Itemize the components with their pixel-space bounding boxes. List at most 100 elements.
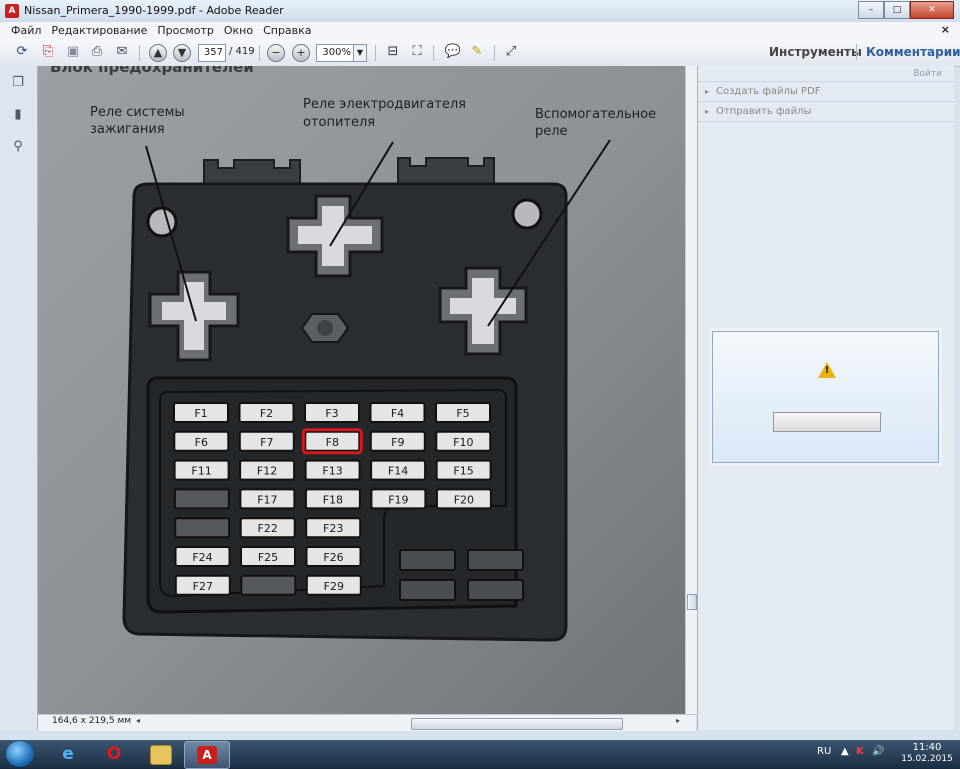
- close-document-button[interactable]: ×: [941, 23, 950, 36]
- page-size-readout: 164,6 x 219,5 мм: [52, 716, 132, 726]
- scroll-left-icon[interactable]: ◂: [136, 716, 140, 725]
- fuse-f20: F20: [435, 488, 492, 510]
- file-explorer-taskbar-button[interactable]: [138, 741, 182, 767]
- bookmarks-icon[interactable]: ▮: [11, 108, 25, 122]
- close-button[interactable]: ✕: [910, 1, 954, 19]
- menu-view[interactable]: Просмотр: [152, 22, 218, 39]
- fuse-f9: F9: [369, 430, 426, 452]
- empty-fuse-slot: [173, 488, 230, 510]
- fuse-label: F25: [258, 551, 278, 564]
- fuse-f22: F22: [239, 517, 296, 539]
- fuse-f11: F11: [173, 459, 230, 481]
- minimize-button[interactable]: –: [858, 1, 884, 19]
- email-icon[interactable]: ✉: [112, 43, 132, 61]
- fuse-label: F24: [192, 551, 212, 564]
- toolbar-divider: [856, 44, 857, 60]
- fuse-label: F23: [323, 522, 343, 535]
- zoom-level-input[interactable]: 300%: [316, 44, 354, 62]
- send-files-item[interactable]: ▸ Отправить файлы: [698, 101, 954, 122]
- fuse-label: F27: [193, 580, 213, 593]
- horizontal-scroll-thumb[interactable]: [411, 718, 623, 730]
- menu-help[interactable]: Справка: [258, 22, 316, 39]
- language-indicator[interactable]: RU: [817, 746, 831, 757]
- page-heading-fragment: Блок предохранителей: [50, 66, 254, 76]
- fuse-label: F7: [260, 436, 273, 449]
- opera-taskbar-button[interactable]: O: [92, 741, 136, 767]
- vertical-scroll-thumb[interactable]: [687, 594, 697, 610]
- highlight-icon[interactable]: ✎: [467, 43, 487, 61]
- zoom-out-icon[interactable]: −: [267, 44, 285, 62]
- fuse-f13: F13: [304, 459, 361, 481]
- fit-page-icon[interactable]: ⊟: [383, 43, 403, 61]
- zoom-dropdown-icon[interactable]: ▼: [353, 44, 367, 62]
- fuse-label: F26: [323, 551, 343, 564]
- comments-tab[interactable]: Комментарии: [866, 45, 960, 59]
- fuse-label: F18: [323, 493, 343, 506]
- fuse-label: F22: [258, 522, 278, 535]
- menu-window[interactable]: Окно: [219, 22, 258, 39]
- next-page-icon[interactable]: ▼: [173, 44, 191, 62]
- zoom-in-icon[interactable]: +: [292, 44, 310, 62]
- fuse-f25: F25: [240, 546, 296, 567]
- adobe-reader-icon: A: [5, 4, 19, 18]
- fuse-label: F12: [257, 465, 277, 478]
- previous-page-icon[interactable]: ▲: [149, 44, 167, 62]
- show-hidden-icons-icon[interactable]: ▲: [841, 746, 849, 757]
- fuse-f5: F5: [435, 402, 491, 423]
- vertical-scrollbar[interactable]: [685, 66, 697, 714]
- folder-icon: [150, 745, 172, 765]
- document-view[interactable]: Блок предохранителей Реле системы зажига…: [38, 66, 685, 714]
- tools-pane: Войти ▸ Создать файлы PDF ▸ Отправить файл…: [697, 66, 954, 730]
- save-icon[interactable]: ▣: [63, 43, 83, 61]
- aux-relay-label-line1: Вспомогательное: [535, 107, 656, 122]
- fuse-f8: F8: [301, 428, 363, 455]
- internet-explorer-taskbar-button[interactable]: e: [46, 741, 90, 767]
- fit-width-icon[interactable]: ⛶: [407, 43, 427, 61]
- attachments-icon[interactable]: ⚲: [11, 140, 25, 154]
- create-pdf-icon[interactable]: ⟳: [12, 43, 32, 61]
- fuse-f1: F1: [173, 402, 229, 423]
- create-pdf-files-label: Создать файлы PDF: [716, 86, 821, 97]
- clock-time[interactable]: 11:40: [905, 742, 949, 753]
- create-pdf-files-item[interactable]: ▸ Создать файлы PDF: [698, 81, 954, 101]
- clock-date[interactable]: 15.02.2015: [900, 754, 954, 764]
- dialog-button[interactable]: [773, 412, 881, 432]
- fuse-label: F11: [191, 465, 211, 478]
- internet-explorer-icon: e: [62, 744, 74, 764]
- volume-icon[interactable]: 🔊: [872, 746, 884, 757]
- menu-file[interactable]: Файл: [6, 22, 46, 39]
- fuse-label: F9: [391, 436, 404, 449]
- menu-edit[interactable]: Редактирование: [46, 22, 152, 39]
- fuse-label: F14: [388, 465, 408, 478]
- tools-tab[interactable]: Инструменты: [769, 45, 862, 59]
- open-file-icon[interactable]: ⎘: [38, 43, 58, 61]
- fullscreen-icon[interactable]: ⤢: [501, 43, 521, 61]
- page-number-input[interactable]: 357: [198, 44, 226, 62]
- scroll-right-icon[interactable]: ▸: [676, 716, 680, 725]
- fuse-label: F2: [260, 407, 273, 420]
- mount-hole-left: [146, 206, 178, 238]
- windows-start-button[interactable]: [6, 741, 34, 767]
- taskbar: e O A RU ▲ K 🔊 11:40 15.02.2015: [0, 740, 960, 769]
- fuse-label: F6: [195, 436, 208, 449]
- print-icon[interactable]: ⎙: [87, 43, 107, 61]
- kaspersky-icon[interactable]: K: [856, 746, 864, 757]
- toolbar-divider: [494, 45, 495, 61]
- fuse-label: F4: [391, 407, 404, 420]
- fuse-label: F8: [326, 436, 339, 449]
- maximize-button[interactable]: □: [884, 1, 910, 19]
- sticky-note-icon[interactable]: 💬: [443, 43, 463, 61]
- title-bar: A Nissan_Primera_1990-1999.pdf - Adobe R…: [0, 0, 960, 22]
- sign-in-link[interactable]: Войти: [913, 69, 942, 79]
- fuse-f15: F15: [435, 459, 492, 481]
- page-thumbnails-icon[interactable]: ❐: [11, 76, 25, 90]
- window-title: Nissan_Primera_1990-1999.pdf - Adobe Rea…: [24, 4, 284, 17]
- mount-hole-right: [511, 198, 543, 230]
- fuse-f27: F27: [174, 574, 231, 596]
- fuse-f19: F19: [370, 488, 427, 510]
- document-page-photo: Блок предохранителей Реле системы зажига…: [38, 66, 685, 714]
- fuse-f12: F12: [239, 459, 296, 481]
- status-bar: 164,6 x 219,5 мм ◂ ▸: [38, 714, 696, 731]
- adobe-reader-taskbar-button[interactable]: A: [184, 741, 230, 769]
- empty-fuse-slot: [240, 574, 297, 596]
